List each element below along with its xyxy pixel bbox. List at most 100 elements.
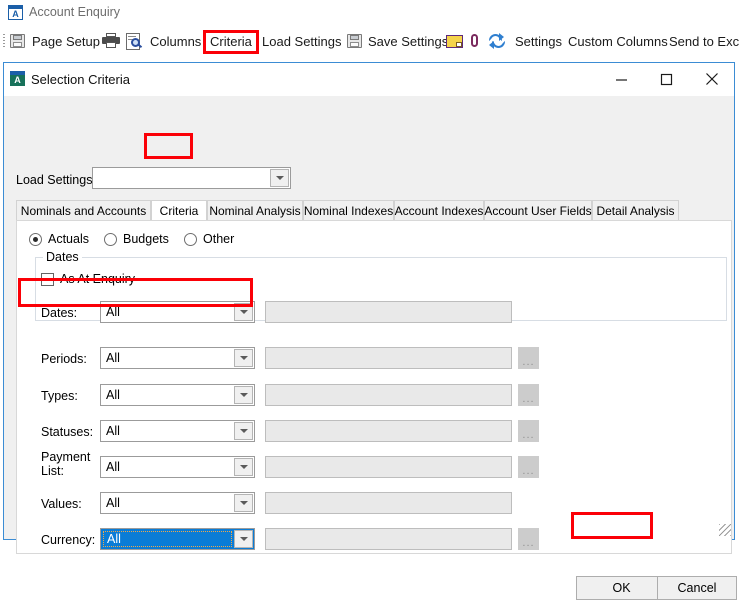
dates-groupbox-legend: Dates [43, 250, 82, 264]
periods-row-label: Periods: [41, 352, 87, 366]
payment-list-combo[interactable]: All [100, 456, 255, 478]
periods-combo[interactable]: All [100, 347, 255, 369]
radio-budgets[interactable]: Budgets [104, 232, 169, 246]
send-to-excel-button[interactable]: Send to Exce [667, 26, 739, 56]
currency-combo-value: All [107, 532, 121, 546]
chevron-down-icon[interactable] [270, 169, 289, 187]
refresh-button[interactable] [489, 26, 506, 56]
payment-list-text-field[interactable] [265, 456, 512, 478]
dialog-tabbar: Nominals and Accounts Criteria Nominal A… [16, 200, 732, 221]
send-to-excel-label: Send to Exce [667, 34, 739, 49]
tab-label: Detail Analysis [596, 204, 674, 218]
statuses-browse-button[interactable]: ... [518, 420, 539, 442]
close-button[interactable] [689, 63, 734, 95]
periods-text-field[interactable] [265, 347, 512, 369]
payment-list-combo-value: All [106, 460, 120, 474]
dates-text-field[interactable] [265, 301, 512, 323]
tab-label: Account Indexes [395, 204, 484, 218]
load-settings-combo[interactable] [92, 167, 291, 189]
radio-indicator [29, 233, 42, 246]
page-setup-button[interactable]: Page Setup [30, 26, 102, 56]
custom-columns-button[interactable]: Custom Columns [566, 26, 670, 56]
custom-columns-label: Custom Columns [566, 34, 670, 49]
types-combo[interactable]: All [100, 384, 255, 406]
periods-browse-button[interactable]: ... [518, 347, 539, 369]
floppy-save-icon [10, 33, 26, 49]
types-row-label: Types: [41, 389, 78, 403]
tab-criteria[interactable]: Criteria [151, 200, 207, 221]
dialog-title: Selection Criteria [31, 72, 130, 87]
currency-combo[interactable]: All [100, 528, 255, 550]
tab-nominal-analysis[interactable]: Nominal Analysis [207, 200, 303, 221]
attachment-button[interactable] [470, 26, 480, 56]
tab-label: Nominal Indexes [304, 204, 393, 218]
toolbar: Page Setup Columns Criteria Load Setting… [0, 26, 739, 57]
tab-account-indexes[interactable]: Account Indexes [394, 200, 484, 221]
payment-list-browse-button[interactable]: ... [518, 456, 539, 478]
values-combo[interactable]: All [100, 492, 255, 514]
tab-nominals-and-accounts[interactable]: Nominals and Accounts [16, 200, 151, 221]
as-at-enquiry-checkbox[interactable]: As At Enquiry [41, 272, 135, 286]
chevron-down-icon[interactable] [234, 349, 253, 367]
load-settings-button[interactable]: Load Settings [260, 26, 358, 56]
application-window: A Account Enquiry Page Setup Columns Cri… [0, 0, 739, 542]
tab-label: Nominal Analysis [209, 204, 300, 218]
types-browse-button[interactable]: ... [518, 384, 539, 406]
criteria-button[interactable]: Criteria [208, 26, 254, 56]
currency-row-label: Currency: [41, 533, 95, 547]
checkbox-indicator [41, 273, 54, 286]
save-button[interactable] [10, 26, 26, 56]
chevron-down-icon[interactable] [234, 422, 253, 440]
load-settings-label: Load Settings [260, 34, 344, 49]
maximize-button[interactable] [644, 63, 689, 95]
tab-nominal-indexes[interactable]: Nominal Indexes [303, 200, 394, 221]
page-setup-label: Page Setup [30, 34, 102, 49]
types-text-field[interactable] [265, 384, 512, 406]
save-settings-button[interactable]: Save Settings [366, 26, 450, 56]
resize-grip[interactable] [719, 524, 731, 536]
tab-label: Nominals and Accounts [21, 204, 146, 218]
tab-label: Criteria [160, 204, 199, 218]
account-enquiry-icon: A [8, 5, 23, 20]
chevron-down-icon[interactable] [234, 458, 253, 476]
currency-selection-highlight [103, 531, 232, 547]
cancel-button[interactable]: Cancel [657, 576, 737, 600]
toolbar-grip[interactable] [3, 34, 5, 48]
chevron-down-icon[interactable] [234, 494, 253, 512]
yellow-window-button[interactable] [446, 26, 463, 56]
tab-detail-analysis[interactable]: Detail Analysis [592, 200, 679, 221]
chevron-down-icon[interactable] [234, 530, 253, 548]
yellow-window-icon [446, 35, 463, 48]
tab-account-user-fields[interactable]: Account User Fields [484, 200, 592, 221]
dates-combo[interactable]: All [100, 301, 255, 323]
print-preview-button[interactable] [126, 26, 142, 56]
chevron-down-icon[interactable] [234, 303, 253, 321]
columns-button[interactable]: Columns [148, 26, 203, 56]
criteria-panel: Actuals Budgets Other Dates As At Enquir… [16, 220, 732, 554]
types-combo-value: All [106, 388, 120, 402]
app-title: Account Enquiry [29, 5, 120, 19]
radio-indicator [184, 233, 197, 246]
statuses-combo[interactable]: All [100, 420, 255, 442]
app-titlebar: A Account Enquiry [0, 0, 739, 26]
ok-button[interactable]: OK [576, 576, 667, 600]
radio-other[interactable]: Other [184, 232, 234, 246]
currency-text-field[interactable] [265, 528, 512, 550]
settings-button[interactable]: Settings [513, 26, 564, 56]
chevron-down-icon[interactable] [234, 386, 253, 404]
save-settings-icon-button[interactable] [347, 26, 363, 56]
criteria-label: Criteria [208, 34, 254, 49]
values-text-field[interactable] [265, 492, 512, 514]
minimize-button[interactable] [599, 63, 644, 95]
dialog-titlebar[interactable]: A Selection Criteria [4, 63, 734, 96]
floppy-save-icon [347, 33, 363, 49]
selection-criteria-dialog: A Selection Criteria Load Settings: Nomi… [3, 62, 735, 540]
statuses-text-field[interactable] [265, 420, 512, 442]
dates-row-label: Dates: [41, 306, 77, 320]
radio-indicator [104, 233, 117, 246]
paperclip-icon [470, 33, 480, 49]
print-button[interactable] [102, 26, 120, 56]
currency-browse-button[interactable]: ... [518, 528, 539, 550]
save-settings-label: Save Settings [366, 34, 450, 49]
radio-actuals[interactable]: Actuals [29, 232, 89, 246]
